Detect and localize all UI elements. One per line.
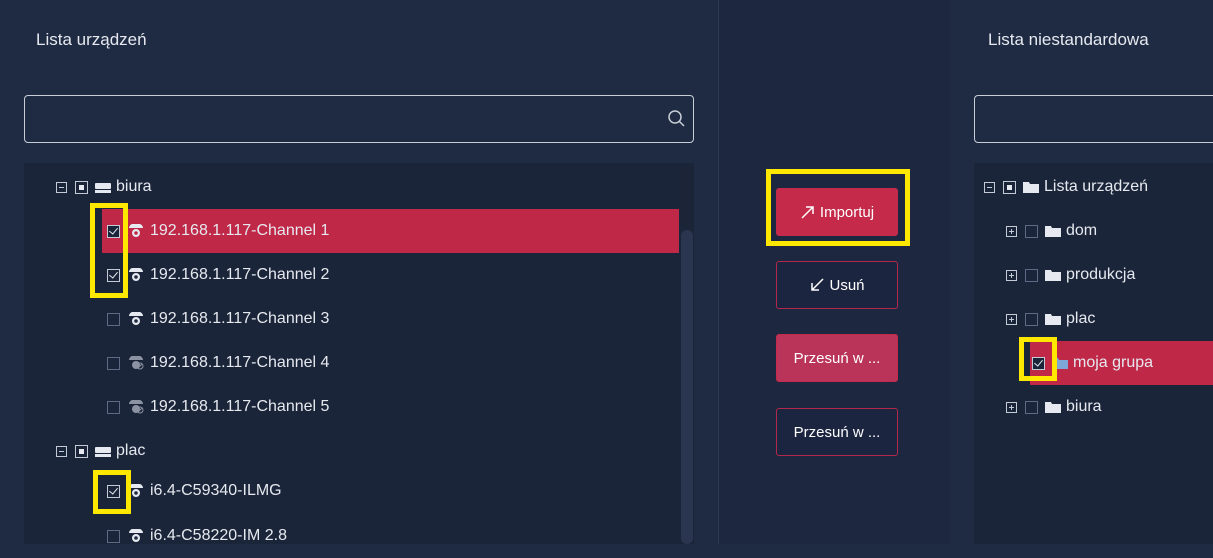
item-checkbox[interactable] <box>107 312 120 326</box>
remove-button-label: Usuń <box>829 276 865 294</box>
tree-item-label: produkcja <box>1066 266 1136 283</box>
folder-icon <box>1023 182 1039 193</box>
tree-item-label: 192.168.1.117-Channel 5 <box>150 398 330 415</box>
tree-folder-produkcja[interactable]: produkcja <box>974 253 1213 297</box>
collapse-toggle-icon[interactable] <box>56 181 67 193</box>
tree-item-channel-3[interactable]: 192.168.1.117-Channel 3 <box>102 297 679 341</box>
camera-icon <box>129 529 143 542</box>
highlight-box <box>1019 337 1057 381</box>
custom-search-input[interactable] <box>974 95 1213 143</box>
folder-icon <box>1045 314 1061 325</box>
camera-offline-icon <box>129 356 144 370</box>
camera-icon <box>129 268 143 281</box>
group-checkbox[interactable] <box>75 180 88 194</box>
device-list-title: Lista urządzeń <box>36 30 147 49</box>
nvr-device-icon <box>95 183 111 193</box>
folder-icon <box>1045 270 1061 281</box>
folder-checkbox[interactable] <box>1025 400 1038 414</box>
expand-toggle-icon[interactable] <box>1006 313 1017 325</box>
item-checkbox[interactable] <box>107 400 120 414</box>
camera-offline-icon <box>129 400 144 414</box>
highlight-box <box>766 169 910 246</box>
folder-checkbox[interactable] <box>1025 224 1038 238</box>
folder-checkbox[interactable] <box>1025 312 1038 326</box>
tree-item-label: i6.4-C59340-ILMG <box>150 482 282 499</box>
group-checkbox[interactable] <box>75 444 88 458</box>
tree-item-label: 192.168.1.117-Channel 4 <box>150 354 330 371</box>
tree-folder-plac[interactable]: plac <box>974 297 1213 341</box>
folder-icon <box>1045 402 1061 413</box>
expand-toggle-icon[interactable] <box>1006 225 1017 237</box>
folder-checkbox[interactable] <box>1025 268 1038 282</box>
expand-toggle-icon[interactable] <box>1006 401 1017 413</box>
tree-item-label: plac <box>1066 310 1096 327</box>
search-icon[interactable] <box>667 109 687 129</box>
tree-folder-dom[interactable]: dom <box>974 209 1213 253</box>
folder-checkbox[interactable] <box>1003 180 1016 194</box>
tree-group-plac[interactable]: plac <box>24 429 679 473</box>
tree-folder-root[interactable]: Lista urządzeń <box>974 165 1213 209</box>
tree-item-label: dom <box>1066 222 1098 239</box>
remove-button[interactable]: Usuń <box>776 261 898 309</box>
move-up-button-label: Przesuń w ... <box>793 349 881 367</box>
nvr-device-icon <box>95 447 111 457</box>
custom-list-title: Lista niestandardowa <box>988 30 1149 49</box>
item-checkbox[interactable] <box>107 529 120 543</box>
tree-item-label: 192.168.1.117-Channel 2 <box>150 266 330 283</box>
tree-item-label: 192.168.1.117-Channel 3 <box>150 310 330 327</box>
collapse-toggle-icon[interactable] <box>56 445 67 457</box>
actions-panel: Importuj Usuń Przesuń w ... Przesuń w ..… <box>718 0 951 544</box>
tree-item-label: 192.168.1.117-Channel 1 <box>150 222 330 239</box>
tree-item-label: i6.4-C58220-IM 2.8 <box>150 527 287 544</box>
tree-item-channel-1[interactable]: 192.168.1.117-Channel 1 <box>102 209 679 253</box>
tree-item-label: biura <box>1066 398 1102 415</box>
tree-folder-moja-grupa[interactable]: moja grupa <box>1030 341 1213 385</box>
folder-icon <box>1045 226 1061 237</box>
device-list-panel: Lista urządzeń biura 192.168.1.117-Chann… <box>0 0 718 544</box>
tree-item-channel-5[interactable]: 192.168.1.117-Channel 5 <box>102 385 679 429</box>
item-checkbox[interactable] <box>107 356 120 370</box>
move-up-button[interactable]: Przesuń w ... <box>776 334 898 382</box>
collapse-toggle-icon[interactable] <box>984 181 995 193</box>
tree-item-channel-4[interactable]: 192.168.1.117-Channel 4 <box>102 341 679 385</box>
camera-icon <box>129 312 143 325</box>
arrow-down-left-icon <box>811 278 825 291</box>
scrollbar-thumb[interactable] <box>681 230 693 544</box>
tree-item-camera-ilmg[interactable]: i6.4-C59340-ILMG <box>102 469 679 513</box>
tree-folder-biura[interactable]: biura <box>974 385 1213 429</box>
tree-item-label: Lista urządzeń <box>1044 178 1149 195</box>
custom-list-panel: Lista niestandardowa Lista urządzeń dom … <box>950 0 1213 544</box>
tree-item-label: plac <box>116 442 146 459</box>
camera-icon <box>129 224 143 237</box>
device-search-input[interactable] <box>24 95 694 143</box>
move-down-button[interactable]: Przesuń w ... <box>776 408 898 456</box>
tree-item-label: biura <box>116 178 152 195</box>
highlight-box <box>90 203 128 298</box>
tree-item-camera-im[interactable]: i6.4-C58220-IM 2.8 <box>102 514 679 558</box>
expand-toggle-icon[interactable] <box>1006 269 1017 281</box>
move-down-button-label: Przesuń w ... <box>793 423 881 441</box>
tree-item-channel-2[interactable]: 192.168.1.117-Channel 2 <box>102 253 679 297</box>
highlight-box <box>93 470 131 514</box>
tree-item-label: moja grupa <box>1073 354 1154 371</box>
